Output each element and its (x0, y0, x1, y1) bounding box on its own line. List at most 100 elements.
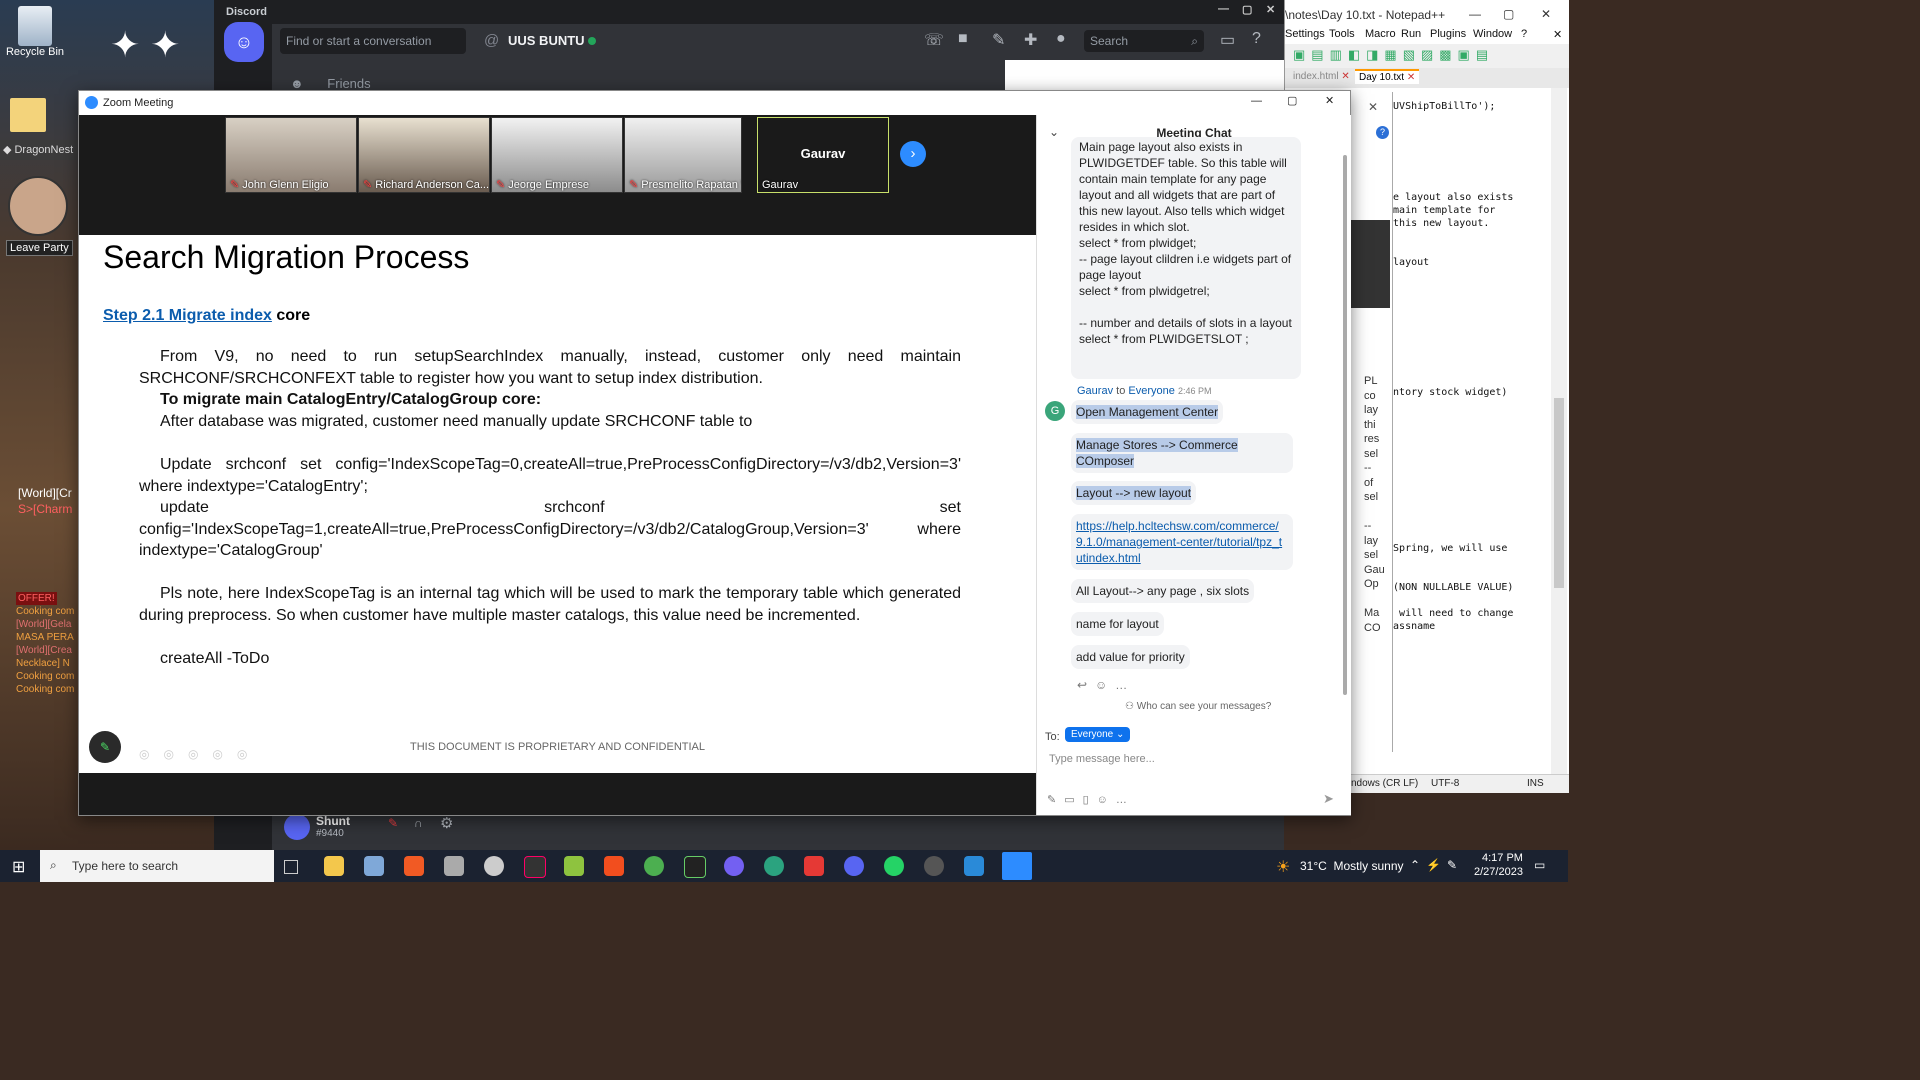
help-icon[interactable]: ? (1252, 30, 1261, 48)
pin-icon[interactable]: ✎ (992, 30, 1005, 50)
participant-tile-active[interactable]: Gaurav Gaurav (757, 117, 889, 193)
minimize-button[interactable]: — (1218, 3, 1229, 15)
weather-text[interactable]: 31°C Mostly sunny (1300, 859, 1404, 873)
phone-call-icon[interactable]: ☏ (924, 30, 944, 50)
channel-search-input[interactable]: Search ⌕ (1084, 30, 1204, 52)
message-actions[interactable]: ↩☺… (1077, 678, 1135, 692)
app-icon[interactable] (964, 856, 984, 876)
inbox-icon[interactable]: ▭ (1220, 30, 1235, 50)
clock-date[interactable]: 2/27/2023 (1474, 866, 1523, 878)
profile-icon[interactable]: ● (1056, 30, 1066, 48)
friends-nav-item[interactable]: ☻ Friends (290, 76, 371, 91)
viber-icon[interactable] (724, 856, 744, 876)
whatsapp-icon[interactable] (884, 856, 904, 876)
intellij-icon[interactable] (524, 856, 546, 878)
discord-home-icon[interactable]: ☺ (224, 22, 264, 62)
side-fragment: CO (1364, 621, 1381, 634)
tray-icons[interactable]: ⌃⚡✎ (1410, 858, 1463, 872)
user-avatar[interactable] (284, 814, 310, 840)
menu-settings[interactable]: Settings (1285, 28, 1325, 40)
next-page-button[interactable]: › (900, 141, 926, 167)
dm-search-input[interactable]: Find or start a conversation (280, 28, 466, 54)
chat-message: name for layout (1071, 612, 1164, 636)
step-link[interactable]: Step 2.1 Migrate index (103, 307, 272, 324)
tab-close-icon[interactable]: ✕ (1407, 72, 1415, 83)
npp-scrollbar[interactable] (1551, 88, 1567, 774)
game-chat-line: Cooking com (16, 606, 75, 617)
slide-paragraph: Pls note, here IndexScopeTag is an inter… (139, 585, 961, 624)
tab-close-icon[interactable]: ✕ (1341, 71, 1349, 82)
participant-tile[interactable]: ✎ Presmelito Rapatan V... (624, 117, 742, 193)
chat-scrollbar-thumb[interactable] (1343, 155, 1347, 695)
npp-titlebar: \notes\Day 10.txt - Notepad++ — ▢ ✕ (1285, 0, 1569, 28)
app-icon[interactable] (444, 856, 464, 876)
vivaldi-icon[interactable] (804, 856, 824, 876)
send-icon[interactable]: ➤ (1323, 791, 1334, 807)
settings-gear-icon[interactable]: ⚙ (440, 814, 453, 832)
chat-link-message[interactable]: https://help.hcltechsw.com/commerce/9.1.… (1071, 514, 1293, 570)
recycle-bin-shortcut[interactable]: Recycle Bin (0, 6, 70, 58)
participant-tile[interactable]: ✎ Jeorge Emprese (491, 117, 623, 193)
task-view-icon[interactable] (284, 860, 298, 874)
file-explorer-icon[interactable] (324, 856, 344, 876)
npp-maximize-button[interactable]: ▢ (1503, 7, 1514, 21)
meeting-chat-panel: ⌄ Meeting Chat Main page layout also exi… (1036, 115, 1351, 815)
chat-to-label: To: (1045, 731, 1060, 743)
game-avatar (8, 176, 68, 236)
maximize-button[interactable]: ▢ (1242, 3, 1252, 16)
who-can-see-link[interactable]: ⚇ Who can see your messages? (1125, 701, 1271, 712)
npp-close-button[interactable]: ✕ (1541, 7, 1551, 21)
brave-browser-icon[interactable] (404, 856, 424, 876)
edge-icon[interactable] (764, 856, 784, 876)
folder-shortcut[interactable] (10, 98, 46, 132)
menu-window[interactable]: Window (1473, 28, 1512, 40)
menu-tools[interactable]: Tools (1329, 28, 1355, 40)
discord-icon[interactable] (844, 856, 864, 876)
participant-tile[interactable]: ✎ John Glenn Eligio (225, 117, 357, 193)
search-icon: ⌕ (50, 858, 57, 872)
start-button-icon[interactable]: ⊞ (12, 857, 25, 877)
game-chat-line: [World][Crea (16, 645, 72, 656)
npp-scroll-thumb[interactable] (1554, 398, 1564, 588)
close-button[interactable]: ✕ (1266, 3, 1275, 16)
taskbar-search-box[interactable]: ⌕ Type here to search (40, 850, 274, 882)
add-friend-icon[interactable]: ✚ (1024, 30, 1037, 50)
zoom-close-button[interactable]: ✕ (1325, 94, 1334, 107)
dialog-help-icon[interactable]: ? (1376, 126, 1389, 139)
zoom-taskbar-icon[interactable] (1002, 852, 1032, 880)
menu-run[interactable]: Run (1401, 28, 1421, 40)
notepad-plus-plus-icon[interactable] (564, 856, 584, 876)
app-icon[interactable] (924, 856, 944, 876)
npp-close-doc-icon[interactable]: ✕ (1553, 28, 1562, 41)
menu-plugins[interactable]: Plugins (1430, 28, 1466, 40)
participant-tile[interactable]: ✎ Richard Anderson Ca... (358, 117, 490, 193)
zoom-maximize-button[interactable]: ▢ (1287, 94, 1297, 107)
notification-icon[interactable]: ▭ (1534, 858, 1545, 872)
recipient-dropdown[interactable]: Everyone ⌄ (1065, 727, 1131, 742)
dialog-close-icon[interactable]: ✕ (1368, 100, 1378, 114)
app-icon[interactable] (684, 856, 706, 878)
npp-editor-text[interactable]: ('UVShipToBillTo'); t age layout also ex… (1381, 100, 1513, 672)
headphones-icon[interactable]: ∩ (414, 816, 423, 830)
chat-toolbar[interactable]: ✎▭▯☺… (1047, 793, 1135, 806)
npp-minimize-button[interactable]: — (1469, 7, 1481, 21)
toolbar-icons[interactable]: ▣▤▥◧◨▦▧▨▩▣▤ (1293, 47, 1494, 63)
video-call-icon[interactable]: ■ (958, 30, 968, 48)
app-icon[interactable] (484, 856, 504, 876)
game-world-text-2: S>[Charm (18, 502, 73, 516)
menu-macro[interactable]: Macro (1365, 28, 1396, 40)
tab-index-html[interactable]: index.html ✕ (1289, 70, 1354, 83)
tab-day10-txt[interactable]: Day 10.txt ✕ (1355, 69, 1420, 84)
chrome-icon[interactable] (644, 856, 664, 876)
menu-help[interactable]: ? (1521, 28, 1527, 40)
mute-mic-icon[interactable]: ✎ (388, 816, 398, 830)
app-icon[interactable] (364, 856, 384, 876)
zoom-minimize-button[interactable]: — (1251, 95, 1262, 107)
leave-party-button[interactable]: Leave Party (6, 240, 73, 256)
zoom-meeting-window: Zoom Meeting — ▢ ✕ ✎ John Glenn Eligio ✎… (78, 90, 1351, 816)
clock-time[interactable]: 4:17 PM (1482, 852, 1523, 864)
figma-icon[interactable] (604, 856, 624, 876)
chat-message-input[interactable]: Type message here... (1049, 753, 1155, 765)
